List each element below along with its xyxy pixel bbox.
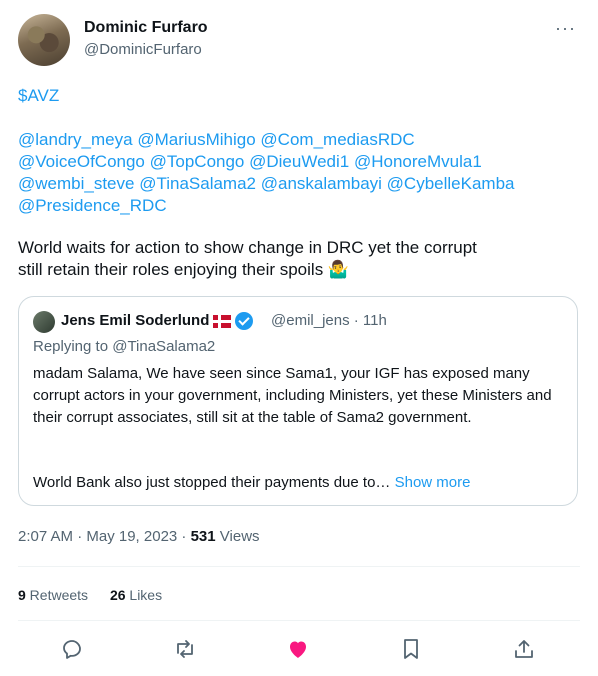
- mention-link[interactable]: @Presidence_RDC: [18, 196, 167, 215]
- avatar[interactable]: [18, 14, 70, 66]
- retweets-label: Retweets: [25, 587, 89, 603]
- share-icon[interactable]: [512, 637, 540, 665]
- divider: [18, 566, 580, 567]
- mention-link[interactable]: @VoiceOfCongo: [18, 152, 145, 171]
- mention-link[interactable]: @MariusMihigo: [137, 130, 255, 149]
- mention-link[interactable]: @landry_meya: [18, 130, 133, 149]
- retweets-stat[interactable]: 9 Retweets: [18, 587, 88, 603]
- quote-handle-time: @emil_jens · 11h: [271, 312, 387, 329]
- quote-avatar[interactable]: [33, 311, 55, 333]
- cashtag-link[interactable]: $AVZ: [18, 86, 59, 105]
- reply-icon[interactable]: [60, 637, 88, 665]
- quote-author-name: Jens Emil Soderlund: [61, 312, 210, 329]
- likes-label: Likes: [125, 587, 163, 603]
- bookmark-icon[interactable]: [399, 637, 427, 665]
- denmark-flag-icon: [213, 314, 232, 328]
- quote-author[interactable]: Jens Emil Soderlund: [61, 312, 254, 331]
- verified-badge-icon: [235, 312, 254, 331]
- quote-text-truncated: World Bank also just stopped their payme…: [33, 472, 563, 494]
- retweets-count: 9: [18, 587, 26, 603]
- likes-count: 26: [109, 587, 126, 603]
- mention-link[interactable]: @anskalambayi: [261, 174, 382, 193]
- views-label: Views: [215, 528, 260, 545]
- more-options-icon[interactable]: ···: [555, 18, 576, 39]
- author-name[interactable]: Dominic Furfaro: [84, 19, 208, 37]
- likes-stat[interactable]: 26 Likes: [110, 587, 162, 603]
- mention-link[interactable]: @TopCongo: [150, 152, 245, 171]
- show-more-link[interactable]: Show more: [395, 474, 471, 491]
- tweet-text-line: World waits for action to show change in…: [18, 238, 477, 257]
- mention-link[interactable]: @wembi_steve: [18, 174, 134, 193]
- author-handle[interactable]: @DominicFurfaro: [84, 41, 202, 58]
- retweet-icon[interactable]: [173, 637, 201, 665]
- quoted-tweet[interactable]: Jens Emil Soderlund @emil_jens · 11h Rep…: [18, 296, 578, 506]
- quote-text: madam Salama, We have seen since Sama1, …: [33, 365, 552, 426]
- mention-link[interactable]: @DieuWedi1: [249, 152, 349, 171]
- quote-replying-to: Replying to @TinaSalama2: [33, 338, 216, 355]
- tweet-time[interactable]: 2:07 AM · May 19, 2023 ·: [18, 528, 191, 545]
- quote-text-tail: World Bank also just stopped their payme…: [33, 474, 391, 491]
- tweet-timestamp: 2:07 AM · May 19, 2023 · 531 Views: [18, 528, 260, 545]
- tweet-header: Dominic Furfaro @DominicFurfaro ···: [18, 14, 584, 66]
- mention-link[interactable]: @HonoreMvula1: [354, 152, 482, 171]
- engagement-stats: 9 Retweets 26 Likes: [18, 587, 162, 603]
- mention-link[interactable]: @CybelleKamba: [387, 174, 515, 193]
- tweet-mentions: @landry_meya @MariusMihigo @Com_mediasRD…: [18, 129, 578, 217]
- tweet-text-line: still retain their roles enjoying their …: [18, 260, 350, 279]
- mention-link[interactable]: @Com_mediasRDC: [260, 130, 414, 149]
- tweet-text: World waits for action to show change in…: [18, 237, 578, 281]
- divider: [18, 620, 580, 621]
- mention-link[interactable]: @TinaSalama2: [139, 174, 256, 193]
- action-bar: [18, 637, 580, 665]
- tweet-cashtag: $AVZ: [18, 85, 578, 107]
- views-count: 531: [190, 528, 216, 545]
- like-icon[interactable]: [286, 637, 314, 665]
